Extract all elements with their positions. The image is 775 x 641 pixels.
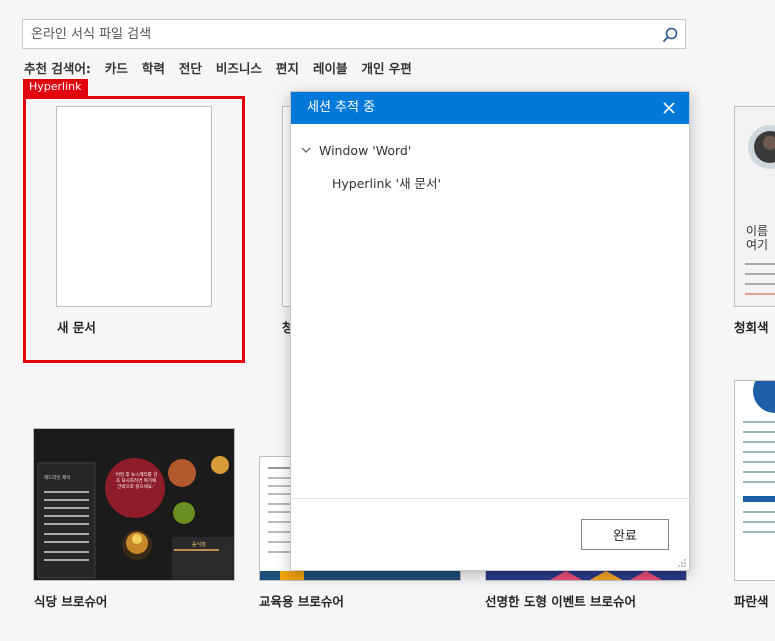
- tree-node-label: Hyperlink '새 문서': [332, 175, 441, 191]
- resume-name-text: 이름 여기: [746, 224, 769, 252]
- brochure-circle-text: '어떤 후 뉴스레터를 감초 표시하려면 여기에 간략으로 왕으세요.': [114, 473, 158, 490]
- suggested-searches: 추천 검색어: 카드 학력 전단 비즈니스 편지 레이블 개인 우편: [24, 58, 412, 76]
- template-name-shapes-brochure[interactable]: 선명한 도형 이벤트 브로슈어: [485, 591, 636, 610]
- online-template-search: [22, 19, 686, 49]
- resize-grip-icon[interactable]: [677, 558, 687, 568]
- search-input[interactable]: [23, 20, 643, 48]
- template-name-restaurant-brochure[interactable]: 식당 브로슈어: [34, 591, 107, 610]
- selection-highlight-box: [23, 96, 245, 363]
- suggested-label: 추천 검색어:: [24, 60, 91, 76]
- search-icon[interactable]: [661, 26, 679, 44]
- suggested-item-education[interactable]: 학력: [142, 58, 165, 77]
- restaurant-brochure-thumbnail[interactable]: 헤드라인 제목 '어떤 후 뉴스레터를 감초 표시하려면 여기에 간략으로 왕으…: [33, 428, 235, 581]
- suggested-item-personal-mail[interactable]: 개인 우편: [361, 58, 411, 77]
- template-name-blue[interactable]: 파란색: [734, 591, 769, 610]
- suggested-item-business[interactable]: 비즈니스: [216, 58, 262, 77]
- suggested-item-label[interactable]: 레이블: [313, 58, 348, 77]
- restaurant-brochure-preview: [34, 429, 234, 580]
- dialog-header: 세션 추적 중: [291, 92, 689, 124]
- suggested-item-flyer[interactable]: 전단: [179, 58, 202, 77]
- brochure-section-head: 헤드라인 제목: [44, 476, 71, 481]
- resume-thumbnail[interactable]: 이름 여기: [734, 106, 775, 307]
- resume-preview: [735, 107, 775, 306]
- suggested-item-letter[interactable]: 편지: [276, 58, 299, 77]
- done-button[interactable]: 완료: [581, 519, 669, 550]
- dialog-footer-divider: [291, 498, 689, 499]
- template-name-education-brochure[interactable]: 교육용 브로슈어: [259, 591, 344, 610]
- blue-template-preview: [743, 381, 775, 533]
- suggested-item-card[interactable]: 카드: [105, 58, 128, 77]
- close-icon[interactable]: [661, 100, 677, 116]
- tree-node-hyperlink[interactable]: Hyperlink '새 문서': [301, 166, 689, 198]
- blue-template-thumbnail[interactable]: [734, 380, 775, 581]
- session-tracking-dialog: 세션 추적 중 Window 'Word' Hyperlink '새 문서' 완…: [290, 91, 690, 571]
- chevron-down-icon[interactable]: [301, 145, 311, 155]
- hyperlink-highlight-tag: Hyperlink: [23, 79, 88, 97]
- element-tree: Window 'Word' Hyperlink '새 문서': [291, 124, 689, 198]
- template-name-resume[interactable]: 청회색: [734, 317, 769, 336]
- dialog-title: 세션 추적 중: [307, 100, 376, 115]
- brochure-logo-text: 음식점: [192, 542, 206, 548]
- tree-node-window-word[interactable]: Window 'Word': [301, 134, 689, 166]
- tree-node-label: Window 'Word': [319, 142, 412, 158]
